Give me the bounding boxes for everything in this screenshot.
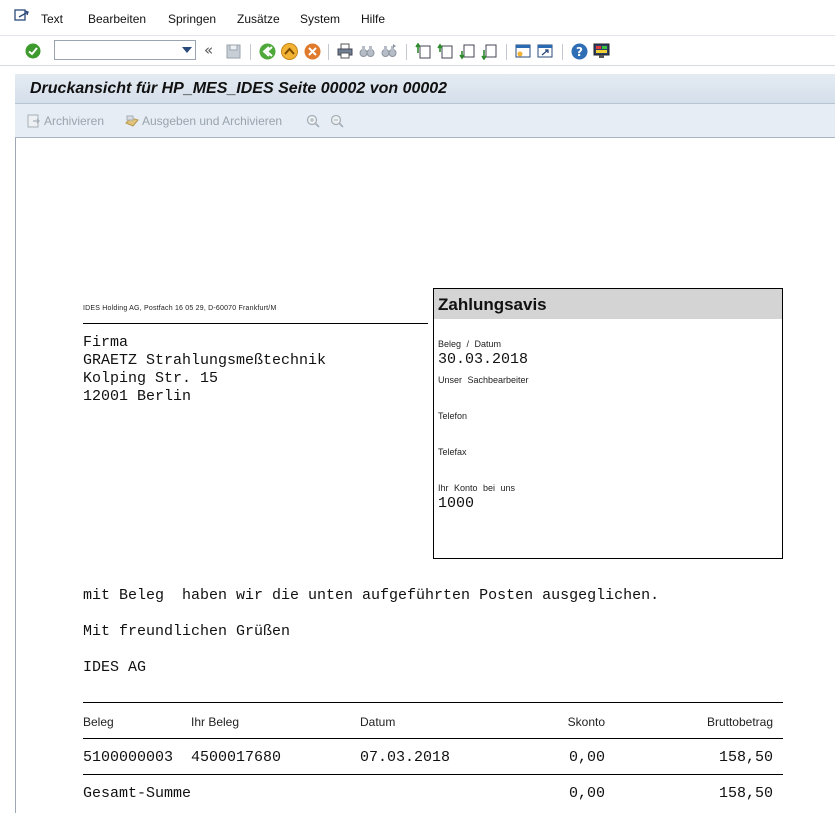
beleg-datum-label: Beleg / Datum (438, 339, 502, 349)
payment-advice-title: Zahlungsavis (438, 295, 547, 314)
help-icon[interactable]: ? (570, 42, 588, 60)
archive-button[interactable]: Archivieren (27, 114, 104, 128)
svg-text:?: ? (576, 45, 583, 59)
exit-icon[interactable] (280, 42, 298, 60)
layout-icon[interactable] (592, 42, 610, 60)
application-toolbar: Archivieren Ausgeben und Archivieren (15, 104, 835, 138)
previous-page-icon[interactable] (436, 42, 454, 60)
menu-system[interactable]: System (300, 12, 340, 26)
find-icon[interactable] (358, 42, 376, 60)
cancel-icon[interactable] (303, 42, 321, 60)
total-label: Gesamt-Summe (83, 785, 192, 802)
menu-springen[interactable]: Springen (168, 12, 216, 26)
address-line-4: 12001 Berlin (83, 388, 192, 405)
telefon-label: Telefon (438, 411, 468, 421)
page-title: Druckansicht für HP_MES_IDES Seite 00002… (30, 80, 448, 97)
menu-zusaetze[interactable]: Zusätze (237, 12, 280, 26)
separator (506, 44, 507, 60)
save-icon[interactable] (224, 42, 242, 60)
col-header-beleg: Beleg (83, 715, 114, 729)
sachbearbeiter-label: Unser Sachbearbeiter (438, 375, 529, 385)
total-brutto: 158,50 (718, 785, 773, 802)
payment-advice-box: Zahlungsavis Beleg / Datum 30.03.2018 Un… (433, 288, 783, 559)
separator (328, 44, 329, 60)
zoom-out-icon (330, 114, 344, 128)
table-top-rule (83, 702, 783, 703)
col-header-brutto: Bruttobetrag (706, 715, 773, 729)
body-line-2: Mit freundlichen Grüßen (83, 623, 291, 640)
row-datum: 07.03.2018 (360, 749, 451, 766)
enter-icon[interactable] (24, 42, 42, 60)
output-archive-icon (125, 114, 139, 128)
col-header-skonto: Skonto (567, 715, 605, 729)
row-brutto: 158,50 (718, 749, 773, 766)
sender-divider (83, 323, 428, 324)
zoom-in-button[interactable] (306, 114, 320, 128)
body-line-3: IDES AG (83, 659, 147, 676)
new-session-icon[interactable] (514, 42, 532, 60)
find-next-icon[interactable] (380, 42, 398, 60)
command-field[interactable] (54, 40, 196, 60)
konto-label: Ihr Konto bei uns (438, 483, 516, 493)
back-icon[interactable] (258, 42, 276, 60)
payment-advice-header: Zahlungsavis (434, 289, 782, 319)
col-header-ihr-beleg: Ihr Beleg (191, 715, 240, 729)
title-bar: Druckansicht für HP_MES_IDES Seite 00002… (15, 74, 835, 104)
separator (406, 44, 407, 60)
row-beleg: 5100000003 (83, 749, 174, 766)
menu-bar: Text Bearbeiten Springen Zusätze System … (0, 0, 835, 36)
zoom-out-button[interactable] (330, 114, 344, 128)
table-header-rule (83, 738, 783, 739)
zoom-in-icon (306, 114, 320, 128)
separator (250, 44, 251, 60)
print-icon[interactable] (336, 42, 354, 60)
standard-toolbar: « ? (0, 36, 835, 66)
address-line-1: Firma (83, 334, 129, 351)
menu-icon[interactable] (14, 9, 30, 23)
menu-bearbeiten[interactable]: Bearbeiten (88, 12, 146, 26)
shortcut-icon[interactable] (536, 42, 554, 60)
last-page-icon[interactable] (480, 42, 498, 60)
col-header-datum: Datum (360, 715, 396, 729)
first-page-icon[interactable] (414, 42, 432, 60)
output-archive-button[interactable]: Ausgeben und Archivieren (125, 114, 282, 128)
konto-value: 1000 (438, 495, 475, 512)
address-line-3: Kolping Str. 15 (83, 370, 219, 387)
row-ihr-beleg: 4500017680 (191, 749, 282, 766)
output-archive-button-label: Ausgeben und Archivieren (142, 114, 283, 128)
separator (562, 44, 563, 60)
double-chevron-icon[interactable]: « (204, 41, 213, 59)
body-line-1: mit Beleg haben wir die unten aufgeführt… (83, 587, 660, 604)
beleg-datum-value: 30.03.2018 (438, 351, 529, 368)
telefax-label: Telefax (438, 447, 467, 457)
menu-text[interactable]: Text (41, 12, 63, 26)
chevron-down-icon[interactable] (182, 47, 192, 53)
next-page-icon[interactable] (458, 42, 476, 60)
archive-icon (27, 114, 41, 128)
table-row-rule (83, 774, 783, 775)
archive-button-label: Archivieren (44, 114, 105, 128)
sender-line: IDES Holding AG, Postfach 16 05 29, D-60… (83, 305, 277, 312)
address-line-2: GRAETZ Strahlungsmeßtechnik (83, 352, 327, 369)
row-skonto: 0,00 (568, 749, 605, 766)
menu-hilfe[interactable]: Hilfe (361, 12, 385, 26)
total-skonto: 0,00 (568, 785, 605, 802)
